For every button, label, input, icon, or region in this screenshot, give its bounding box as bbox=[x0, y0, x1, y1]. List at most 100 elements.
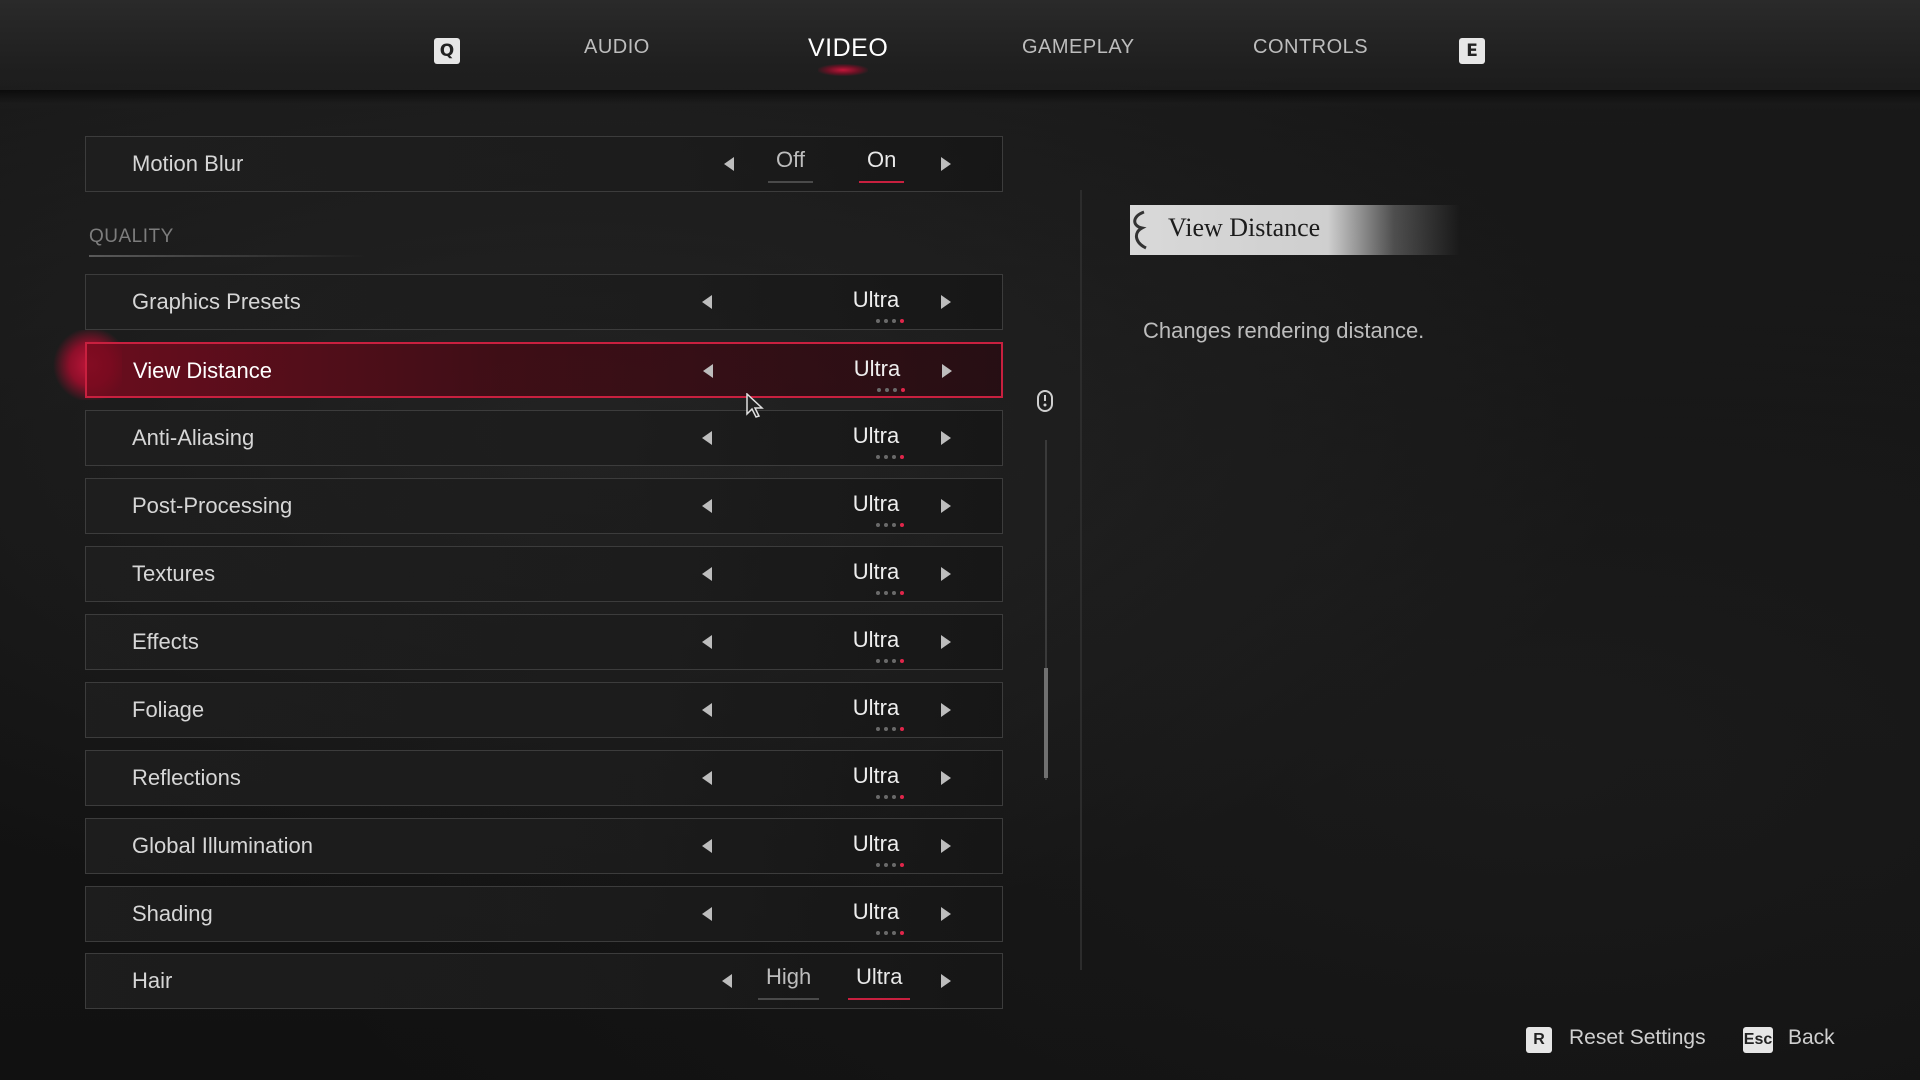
top-nav-bar bbox=[0, 0, 1920, 110]
arrow-right-icon[interactable] bbox=[942, 364, 952, 378]
level-dot bbox=[892, 591, 896, 595]
level-dot bbox=[892, 319, 896, 323]
arrow-right-icon[interactable] bbox=[941, 839, 951, 853]
arrow-left-icon[interactable] bbox=[702, 635, 712, 649]
level-dot bbox=[892, 795, 896, 799]
setting-label: Textures bbox=[132, 561, 216, 586]
level-dot bbox=[900, 863, 904, 867]
level-indicator bbox=[876, 319, 904, 323]
setting-row-post-processing[interactable]: Post-Processing Ultra bbox=[85, 478, 1003, 534]
arrow-right-icon[interactable] bbox=[941, 499, 951, 513]
tab-controls[interactable]: CONTROLS bbox=[1253, 36, 1368, 59]
swirl-ornament-icon bbox=[1133, 210, 1147, 250]
active-tab-indicator bbox=[818, 64, 868, 76]
arrow-right-icon[interactable] bbox=[941, 295, 951, 309]
description-text: Changes rendering distance. bbox=[1143, 318, 1425, 343]
level-dot bbox=[900, 455, 904, 459]
level-dot bbox=[885, 388, 889, 392]
level-dot bbox=[900, 795, 904, 799]
toggle-option-on[interactable]: On bbox=[859, 147, 905, 183]
level-dot bbox=[884, 863, 888, 867]
setting-row-effects[interactable]: Effects Ultra bbox=[85, 614, 1003, 670]
level-indicator bbox=[876, 523, 904, 527]
setting-row-reflections[interactable]: Reflections Ultra bbox=[85, 750, 1003, 806]
arrow-left-icon[interactable] bbox=[703, 364, 713, 378]
arrow-right-icon[interactable] bbox=[941, 431, 951, 445]
level-dot bbox=[884, 319, 888, 323]
arrow-left-icon[interactable] bbox=[702, 295, 712, 309]
level-indicator bbox=[876, 795, 904, 799]
level-dot bbox=[900, 523, 904, 527]
description-title: View Distance bbox=[1168, 213, 1321, 242]
level-dot bbox=[884, 931, 888, 935]
setting-row-view-distance[interactable]: View Distance Ultra bbox=[85, 342, 1003, 398]
cursor-icon bbox=[746, 393, 764, 418]
level-dot bbox=[901, 388, 905, 392]
arrow-right-icon[interactable] bbox=[941, 907, 951, 921]
setting-row-anti-aliasing[interactable]: Anti-Aliasing Ultra bbox=[85, 410, 1003, 466]
arrow-left-icon[interactable] bbox=[702, 431, 712, 445]
back-button[interactable]: Back bbox=[1788, 1026, 1835, 1050]
arrow-left-icon[interactable] bbox=[702, 771, 712, 785]
level-indicator bbox=[876, 455, 904, 459]
reset-key[interactable]: R bbox=[1526, 1027, 1552, 1053]
prev-tab-key[interactable]: Q bbox=[434, 38, 460, 64]
setting-label: View Distance bbox=[133, 358, 272, 383]
setting-label: Anti-Aliasing bbox=[132, 425, 255, 450]
arrow-right-icon[interactable] bbox=[941, 635, 951, 649]
level-dot bbox=[877, 388, 881, 392]
level-dot bbox=[900, 727, 904, 731]
level-dot bbox=[884, 455, 888, 459]
level-dot bbox=[876, 863, 880, 867]
setting-label: Shading bbox=[132, 901, 213, 926]
setting-label: Foliage bbox=[132, 697, 205, 722]
arrow-left-icon[interactable] bbox=[702, 499, 712, 513]
level-dot bbox=[884, 795, 888, 799]
level-dot bbox=[876, 795, 880, 799]
reset-settings-button[interactable]: Reset Settings bbox=[1569, 1026, 1706, 1050]
level-dot bbox=[892, 727, 896, 731]
toggle-option-high[interactable]: High bbox=[758, 964, 820, 1000]
back-key[interactable]: Esc bbox=[1743, 1027, 1773, 1053]
level-dot bbox=[884, 523, 888, 527]
level-dot bbox=[892, 455, 896, 459]
next-tab-key[interactable]: E bbox=[1459, 38, 1485, 64]
level-dot bbox=[884, 659, 888, 663]
arrow-left-icon[interactable] bbox=[722, 974, 732, 988]
arrow-left-icon[interactable] bbox=[724, 157, 734, 171]
arrow-right-icon[interactable] bbox=[941, 974, 951, 988]
level-dot bbox=[892, 659, 896, 663]
setting-row-motion-blur[interactable]: Motion Blur Off On bbox=[85, 136, 1003, 192]
scrollbar-thumb[interactable] bbox=[1044, 668, 1048, 778]
tab-video[interactable]: VIDEO bbox=[808, 34, 888, 63]
arrow-right-icon[interactable] bbox=[941, 157, 951, 171]
arrow-left-icon[interactable] bbox=[702, 839, 712, 853]
level-dot bbox=[893, 388, 897, 392]
toggle-option-ultra[interactable]: Ultra bbox=[848, 964, 911, 1000]
setting-label: Graphics Presets bbox=[132, 289, 301, 314]
arrow-right-icon[interactable] bbox=[941, 703, 951, 717]
setting-row-global-illumination[interactable]: Global Illumination Ultra bbox=[85, 818, 1003, 874]
tab-audio[interactable]: AUDIO bbox=[584, 36, 650, 59]
level-dot bbox=[876, 319, 880, 323]
level-indicator bbox=[876, 931, 904, 935]
level-indicator bbox=[876, 591, 904, 595]
section-divider bbox=[89, 255, 365, 257]
arrow-right-icon[interactable] bbox=[941, 771, 951, 785]
setting-row-hair[interactable]: Hair High Ultra bbox=[85, 953, 1003, 1009]
setting-row-graphics-presets[interactable]: Graphics Presets Ultra bbox=[85, 274, 1003, 330]
level-dot bbox=[876, 931, 880, 935]
level-dot bbox=[876, 591, 880, 595]
toggle-option-off[interactable]: Off bbox=[768, 147, 813, 183]
arrow-left-icon[interactable] bbox=[702, 567, 712, 581]
level-dot bbox=[876, 523, 880, 527]
setting-row-shading[interactable]: Shading Ultra bbox=[85, 886, 1003, 942]
arrow-right-icon[interactable] bbox=[941, 567, 951, 581]
setting-row-textures[interactable]: Textures Ultra bbox=[85, 546, 1003, 602]
arrow-left-icon[interactable] bbox=[702, 907, 712, 921]
setting-row-foliage[interactable]: Foliage Ultra bbox=[85, 682, 1003, 738]
tab-gameplay[interactable]: GAMEPLAY bbox=[1022, 36, 1135, 59]
setting-label: Effects bbox=[132, 629, 199, 654]
arrow-left-icon[interactable] bbox=[702, 703, 712, 717]
setting-label: Reflections bbox=[132, 765, 241, 790]
